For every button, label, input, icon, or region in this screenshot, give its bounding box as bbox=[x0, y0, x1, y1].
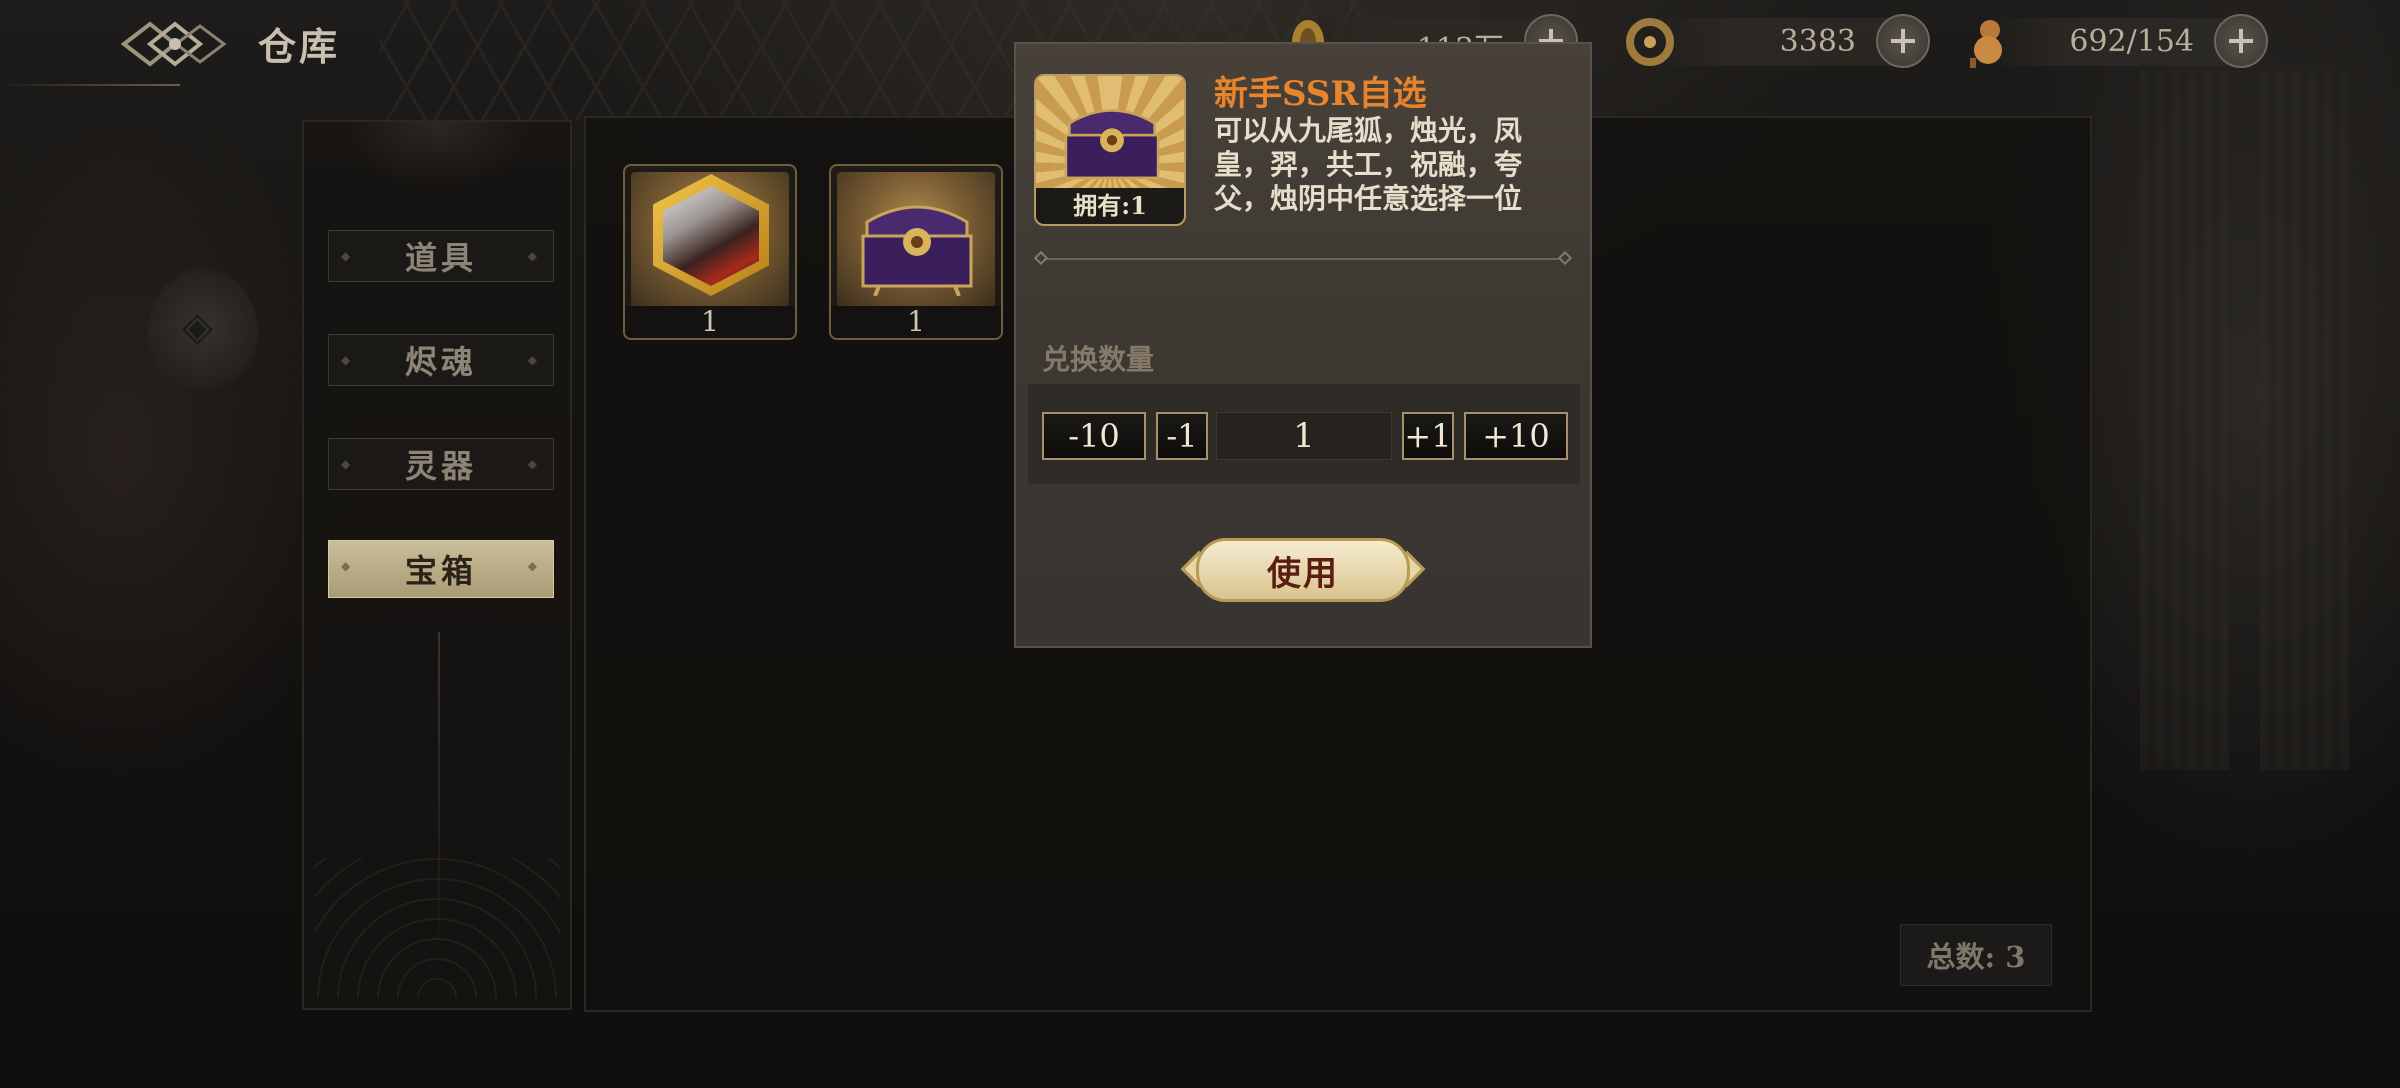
tab-items[interactable]: 道具 bbox=[328, 230, 554, 282]
add-gourd-button[interactable] bbox=[2214, 14, 2268, 68]
header-underline bbox=[0, 84, 180, 86]
resource-bar bbox=[1650, 18, 1900, 66]
dialog-title: 新手SSR自选 bbox=[1214, 74, 1427, 114]
inventory-slot-hero[interactable]: 1 bbox=[623, 164, 797, 340]
tab-chests[interactable]: 宝箱 bbox=[328, 540, 554, 598]
add-jade-button[interactable] bbox=[1876, 14, 1930, 68]
back-emblem-icon[interactable] bbox=[120, 14, 230, 74]
resource-gourd: 692/154 bbox=[1962, 14, 2268, 70]
quantity-input[interactable]: 1 bbox=[1216, 412, 1392, 460]
slot-count: 1 bbox=[625, 306, 795, 338]
plus-10-button[interactable]: +10 bbox=[1464, 412, 1568, 460]
resource-jade: 3383 bbox=[1624, 14, 1930, 70]
background-lantern: ◈ bbox=[148, 268, 258, 398]
sidebar-ornament-bottom bbox=[314, 858, 560, 998]
tab-artifacts[interactable]: 灵器 bbox=[328, 438, 554, 490]
sidebar-ornament-top bbox=[304, 122, 570, 222]
background-pillar bbox=[2140, 70, 2230, 770]
total-count: 总数: 3 bbox=[1900, 924, 2052, 986]
dialog-divider bbox=[1044, 258, 1562, 260]
quantity-label: 兑换数量 bbox=[1042, 343, 1155, 376]
treasure-chest-icon bbox=[861, 205, 973, 296]
gourd-icon bbox=[1970, 20, 2002, 68]
page-title: 仓库 bbox=[258, 24, 341, 69]
resource-jade-value: 3383 bbox=[1779, 24, 1856, 59]
dialog-item-icon: 拥有:1 bbox=[1034, 74, 1186, 226]
owned-count: 拥有:1 bbox=[1036, 188, 1184, 224]
item-use-dialog: 拥有:1 新手SSR自选 可以从九尾狐，烛光，凤皇，羿，共工，祝融，夸父，烛阴中… bbox=[1014, 42, 1592, 648]
resource-gourd-value: 692/154 bbox=[2069, 24, 2194, 59]
dragon-jade-icon bbox=[1626, 18, 1674, 66]
treasure-chest-icon bbox=[1064, 109, 1160, 180]
slot-count: 1 bbox=[831, 306, 1001, 338]
use-button[interactable]: 使用 bbox=[1180, 538, 1426, 602]
tab-souls[interactable]: 烬魂 bbox=[328, 334, 554, 386]
minus-10-button[interactable]: -10 bbox=[1042, 412, 1146, 460]
minus-1-button[interactable]: -1 bbox=[1156, 412, 1208, 460]
plus-1-button[interactable]: +1 bbox=[1402, 412, 1454, 460]
use-button-label: 使用 bbox=[1196, 538, 1410, 602]
background-pillar bbox=[2260, 70, 2350, 770]
inventory-slot-chest[interactable]: 1 bbox=[829, 164, 1003, 340]
dialog-description: 可以从九尾狐，烛光，凤皇，羿，共工，祝融，夸父，烛阴中任意选择一位 bbox=[1214, 114, 1523, 215]
